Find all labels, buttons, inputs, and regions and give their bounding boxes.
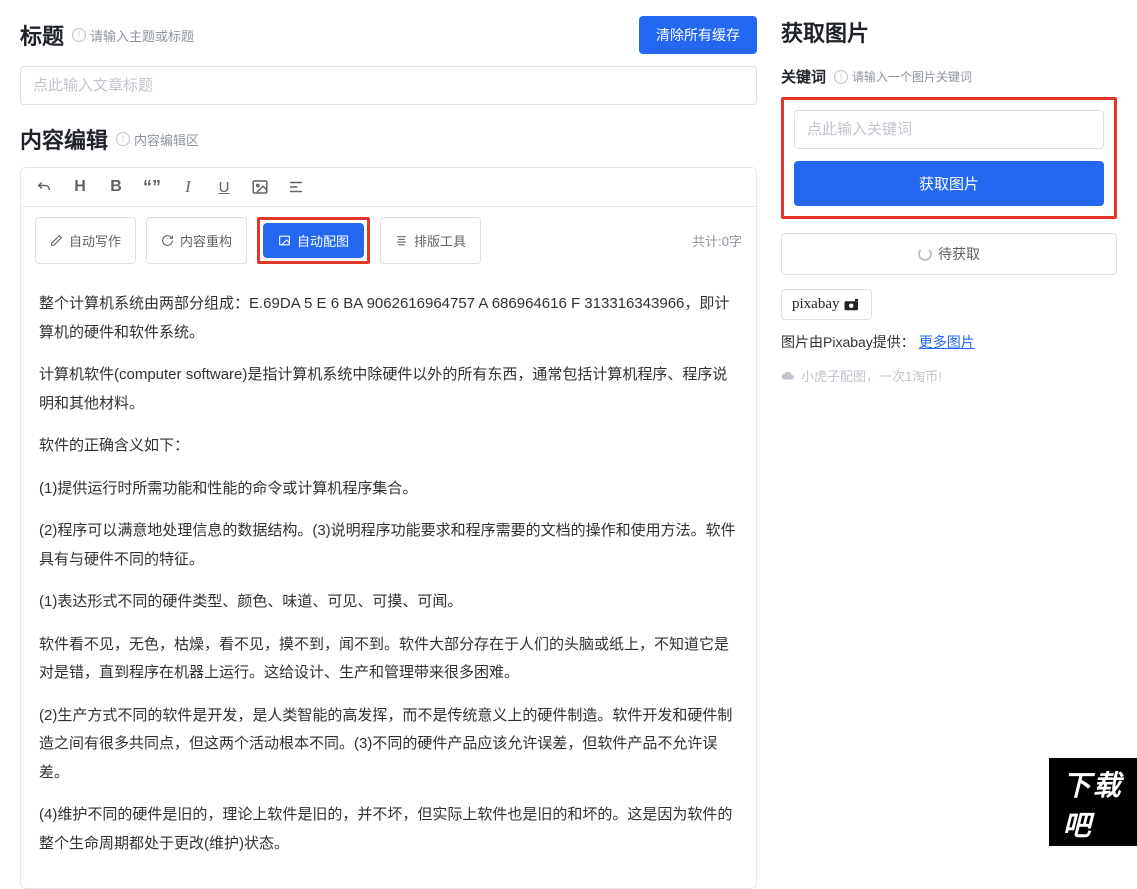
auto-image-highlight: 自动配图 [257,217,370,264]
refresh-icon [161,234,174,247]
title-input[interactable] [20,66,757,105]
title-label: 标题 [20,19,64,51]
get-image-button[interactable]: 获取图片 [794,161,1104,206]
info-icon: ! [834,70,848,84]
get-image-title: 获取图片 [781,16,1117,48]
more-images-link[interactable]: 更多图片 [919,334,975,350]
watermark: 下载吧 www.xiazaiba.com [1049,835,1137,846]
footer-note: 小虎子配图，一次1淘币! [781,366,1117,385]
layout-tool-button[interactable]: 排版工具 [380,217,481,264]
title-header: 标题 ! 请输入主题或标题 清除所有缓存 [20,16,757,54]
paragraph: (1)表达形式不同的硬件类型、颜色、味道、可见、可摸、可闻。 [39,588,738,617]
action-toolbar: 自动写作 内容重构 自动配图 排版工具 [21,207,756,274]
picture-icon [278,234,291,247]
keyword-input[interactable] [794,110,1104,149]
keyword-highlight-box: 获取图片 [781,97,1117,219]
info-icon: ! [72,28,86,42]
italic-icon[interactable]: I [179,178,197,196]
cloud-icon [781,369,795,383]
content-hint: ! 内容编辑区 [116,130,199,149]
clear-cache-button[interactable]: 清除所有缓存 [639,16,757,54]
image-icon[interactable] [251,178,269,196]
keyword-hint: ! 请输入一个图片关键词 [834,68,972,85]
format-toolbar: H B “” I U [21,168,756,207]
paragraph: 计算机软件(computer software)是指计算机系统中除硬件以外的所有… [39,361,738,418]
paragraph: (1)提供运行时所需功能和性能的命令或计算机程序集合。 [39,475,738,504]
pixabay-badge: pixabay [781,289,872,320]
pencil-icon [50,234,63,247]
heading-icon[interactable]: H [71,178,89,196]
keyword-label: 关键词 [781,66,826,87]
paragraph: (4)维护不同的硬件是旧的，理论上软件是旧的，并不坏，但实际上软件也是旧的和坏的… [39,801,738,858]
fetch-status: 待获取 [781,233,1117,275]
paragraph: 整个计算机系统由两部分组成：E.69DA 5 E 6 BA 9062616964… [39,290,738,347]
content-label: 内容编辑 [20,123,108,155]
align-icon[interactable] [287,178,305,196]
attribution: 图片由Pixabay提供： 更多图片 [781,332,1117,352]
auto-image-button[interactable]: 自动配图 [263,223,364,258]
auto-write-button[interactable]: 自动写作 [35,217,136,264]
sidebar: 获取图片 关键词 ! 请输入一个图片关键词 获取图片 待获取 pixabay 图… [781,16,1117,844]
word-count: 共计:0字 [692,231,742,250]
quote-icon[interactable]: “” [143,178,161,196]
bold-icon[interactable]: B [107,178,125,196]
paragraph: (2)生产方式不同的软件是开发，是人类智能的高发挥，而不是传统意义上的硬件制造。… [39,702,738,788]
camera-icon [843,298,861,312]
editor: H B “” I U 自动写作 内容重构 [20,167,757,889]
paragraph: 软件看不见，无色，枯燥，看不见，摸不到，闻不到。软件大部分存在于人们的头脑或纸上… [39,631,738,688]
keyword-header: 关键词 ! 请输入一个图片关键词 [781,66,1117,87]
content-body[interactable]: 整个计算机系统由两部分组成：E.69DA 5 E 6 BA 9062616964… [21,274,756,888]
main-column: 标题 ! 请输入主题或标题 清除所有缓存 内容编辑 ! 内容编辑区 H [20,16,757,844]
title-hint: ! 请输入主题或标题 [72,26,194,45]
underline-icon[interactable]: U [215,178,233,196]
paragraph: 软件的正确含义如下： [39,432,738,461]
restructure-button[interactable]: 内容重构 [146,217,247,264]
info-icon: ! [116,132,130,146]
undo-icon[interactable] [35,178,53,196]
spinner-icon [918,247,932,261]
paragraph: (2)程序可以满意地处理信息的数据结构。(3)说明程序功能要求和程序需要的文档的… [39,517,738,574]
layout-icon [395,234,408,247]
